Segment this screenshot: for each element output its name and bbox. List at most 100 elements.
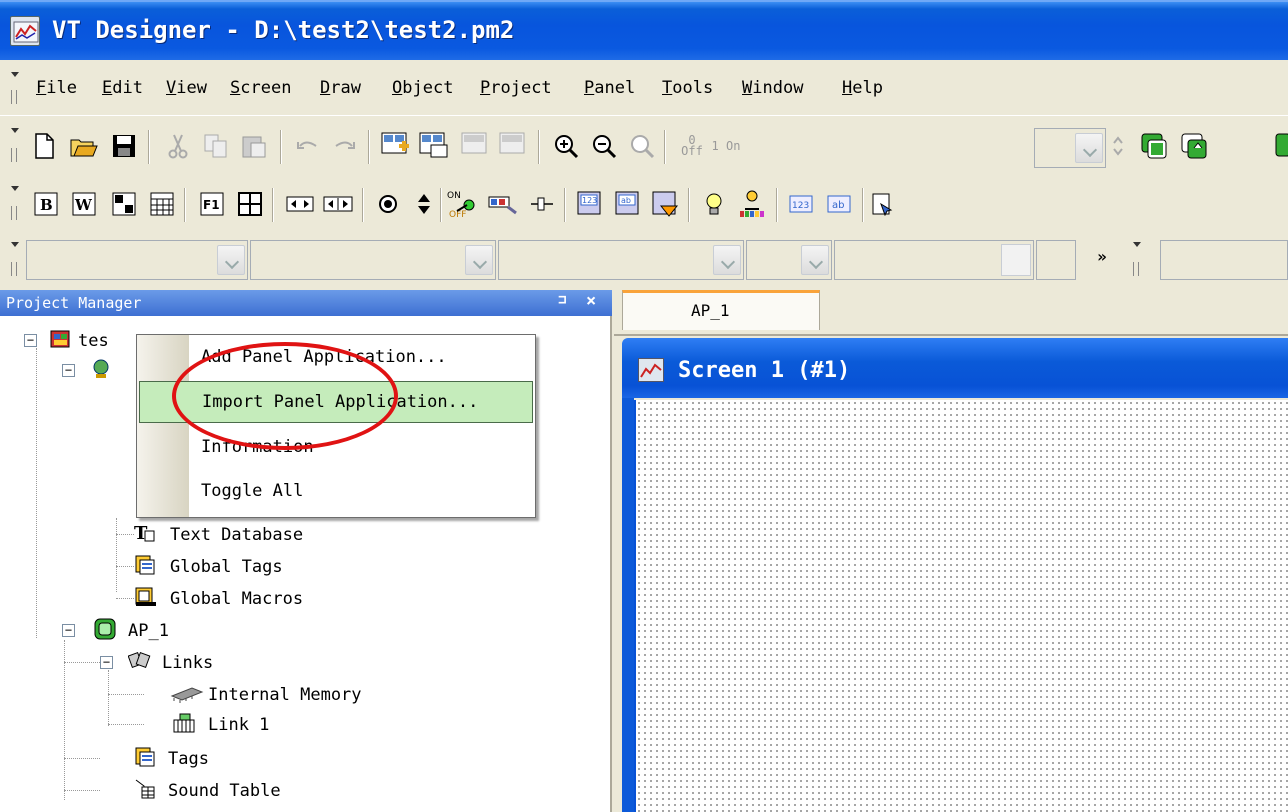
calendar-icon[interactable] — [144, 186, 180, 222]
undo-icon[interactable] — [290, 128, 326, 164]
numeric-input-icon[interactable]: 123 — [572, 186, 608, 222]
collapse-icon[interactable]: − — [62, 624, 75, 637]
bitmap-b-icon[interactable]: B — [28, 186, 64, 222]
tree-item-links[interactable]: − Links — [0, 648, 400, 678]
new-icon[interactable] — [26, 128, 62, 164]
message-icon[interactable] — [486, 186, 522, 222]
message-display-icon[interactable] — [648, 186, 684, 222]
tree-item-link1[interactable]: Link 1 — [0, 710, 400, 740]
tree-item-ap1[interactable]: − AP_1 — [0, 616, 400, 646]
up-down-icon[interactable] — [406, 186, 442, 222]
menu-project[interactable]: Project — [480, 78, 552, 98]
value-spinner[interactable] — [834, 240, 1034, 280]
slider-icon[interactable] — [524, 186, 560, 222]
chevron-down-icon[interactable] — [465, 245, 493, 275]
redo-icon[interactable] — [326, 128, 362, 164]
table-icon[interactable] — [232, 186, 268, 222]
menu-object[interactable]: Object — [392, 78, 453, 98]
step-icon[interactable] — [282, 186, 318, 222]
tree-label: Sound Table — [168, 781, 281, 801]
tags-icon — [134, 554, 156, 576]
collapse-icon[interactable]: − — [100, 656, 113, 669]
text-icon[interactable] — [870, 186, 896, 222]
collapse-icon[interactable]: − — [62, 364, 75, 377]
close-icon[interactable]: × — [586, 291, 596, 311]
radio-icon[interactable] — [370, 186, 406, 222]
spin-icon[interactable] — [1108, 128, 1128, 164]
menu-draw[interactable]: Draw — [320, 78, 361, 98]
title-bar: VT Designer - D:\test2\test2.pm2 — [0, 0, 1288, 60]
svg-text:ab: ab — [621, 196, 631, 205]
open-icon[interactable] — [66, 128, 102, 164]
cut-icon[interactable] — [160, 128, 196, 164]
tree-global[interactable]: − — [0, 356, 140, 386]
ascii-input-icon[interactable]: ab — [610, 186, 646, 222]
function-key-icon[interactable]: F1 — [194, 186, 230, 222]
zoom-disabled-icon[interactable] — [624, 128, 660, 164]
tree-item-tags[interactable]: Tags — [0, 744, 400, 774]
numeric-display-icon[interactable]: 123 — [784, 186, 820, 222]
pin-icon[interactable]: ⊐ — [558, 292, 566, 308]
state-combo[interactable] — [1034, 128, 1106, 168]
add-screen-icon[interactable] — [378, 128, 414, 164]
app-icon — [10, 16, 40, 46]
menu-tools[interactable]: Tools — [662, 78, 713, 98]
step-wide-icon[interactable] — [320, 186, 356, 222]
extra-combo[interactable] — [1160, 240, 1288, 280]
tree-item-global-tags[interactable]: Global Tags — [0, 552, 400, 582]
spin-buttons[interactable] — [1001, 244, 1031, 276]
toolbar-grip[interactable] — [8, 182, 20, 226]
copy-icon[interactable] — [198, 128, 234, 164]
menu-help[interactable]: Help — [842, 78, 883, 98]
chevron-down-icon[interactable] — [713, 245, 741, 275]
screen-window-title-bar[interactable]: Screen 1 (#1) — [622, 338, 1288, 398]
tab-ap1[interactable]: AP_1 — [622, 290, 820, 330]
on-state-icon[interactable]: 1 On — [708, 128, 744, 164]
zoom-out-icon[interactable] — [586, 128, 622, 164]
user-icon[interactable] — [734, 186, 770, 222]
size-combo[interactable] — [250, 240, 496, 280]
paste-icon[interactable] — [236, 128, 272, 164]
menu-view[interactable]: View — [166, 78, 207, 98]
menu-window[interactable]: Window — [742, 78, 803, 98]
screen-disabled2-icon[interactable] — [496, 128, 532, 164]
on-off-switch-icon[interactable]: ON OFF — [446, 186, 482, 222]
menu-screen[interactable]: Screen — [230, 78, 291, 98]
toolbar-grip[interactable] — [8, 238, 20, 282]
lamp-icon[interactable] — [696, 186, 732, 222]
save-icon[interactable] — [106, 128, 142, 164]
layer-back-icon[interactable] — [1176, 128, 1212, 164]
tree-item-global-macros[interactable]: Global Macros — [0, 584, 400, 614]
menu-file[interactable]: File — [36, 78, 77, 98]
menu-item-toggle-all[interactable]: Toggle All — [139, 471, 533, 513]
toolbar-grip[interactable] — [1130, 238, 1142, 282]
color-swatch[interactable] — [1036, 240, 1076, 280]
font-combo[interactable] — [26, 240, 248, 280]
menu-panel[interactable]: Panel — [584, 78, 635, 98]
toolbar-overflow-icon[interactable]: » — [1090, 238, 1114, 274]
toolbar-grip[interactable] — [8, 124, 20, 168]
zoom-in-icon[interactable] — [548, 128, 584, 164]
layer-front-icon[interactable] — [1136, 128, 1172, 164]
screen-properties-icon[interactable] — [416, 128, 452, 164]
tree-item-text-database[interactable]: T Text Database — [0, 520, 400, 550]
editor-tab-strip: AP_1 — [614, 290, 1288, 336]
color-combo[interactable] — [746, 240, 832, 280]
tree-item-internal-memory[interactable]: Internal Memory — [0, 680, 420, 710]
grid-icon[interactable] — [106, 186, 142, 222]
style-combo[interactable] — [498, 240, 744, 280]
screen-disabled-icon[interactable] — [458, 128, 494, 164]
word-w-icon[interactable]: W — [66, 186, 102, 222]
menubar-grip[interactable] — [8, 68, 20, 108]
chevron-down-icon[interactable] — [801, 245, 829, 275]
chevron-down-icon[interactable] — [1075, 133, 1103, 163]
screen-canvas[interactable] — [634, 400, 1288, 812]
ascii-display-icon[interactable]: ab — [822, 186, 858, 222]
more-icon[interactable] — [1274, 128, 1288, 164]
tab-ap1-label: AP_1 — [691, 301, 730, 320]
collapse-icon[interactable]: − — [24, 334, 37, 347]
off-state-icon[interactable]: 0 Off — [674, 128, 710, 164]
menu-edit[interactable]: Edit — [102, 78, 143, 98]
tree-item-sound-table[interactable]: Sound Table — [0, 776, 400, 806]
chevron-down-icon[interactable] — [217, 245, 245, 275]
